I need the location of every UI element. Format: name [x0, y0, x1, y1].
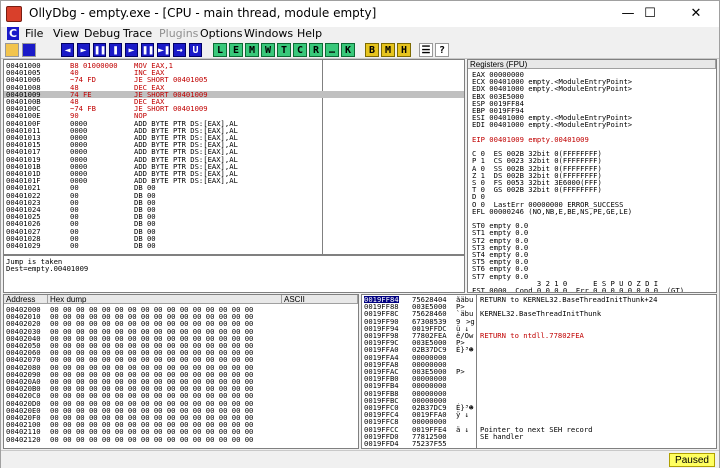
debug-button-6[interactable]: ►❚	[157, 43, 170, 57]
dump-row[interactable]: 00402120 00 00 00 00 00 00 00 00 00 00 00…	[4, 434, 358, 444]
window-button-B[interactable]: B	[365, 43, 379, 57]
title-bar: OllyDbg - empty.exe - [CPU - main thread…	[1, 1, 719, 27]
dump-address: 00402120	[6, 434, 41, 444]
register-line: T 0 GS 002B 32bit 0(FFFFFFFF)	[472, 185, 602, 195]
window-button-M[interactable]: M	[245, 43, 259, 57]
info-line: Dest=empty.00401009	[6, 264, 89, 273]
menu-view[interactable]: View	[53, 27, 79, 40]
stack-comment: SE handler	[480, 431, 524, 441]
window-button-L[interactable]: L	[213, 43, 227, 57]
window-button-C[interactable]: C	[293, 43, 307, 57]
menu-c[interactable]: C	[7, 27, 20, 40]
registers-pane[interactable]: Registers (FPU) EAX 00000000 ECX 00401000 …	[467, 59, 717, 293]
stack-pane[interactable]: 0019FF84 75628404 ãäbu RETURN to KERNEL32.B…	[361, 294, 717, 449]
dump-hex: 00 00 00 00 00 00 00 00 00 00 00 00 00 0…	[50, 434, 254, 444]
close-button[interactable]: ✕	[673, 1, 719, 27]
window-button-W[interactable]: W	[261, 43, 275, 57]
info-pane: Jump is taken Dest=empty.00401009	[3, 255, 465, 293]
toolbar: ◄ ► ❚❚ ❚ ► ❚❚ ►❚ → U L E M W T C R… K B M H ☰?	[1, 41, 719, 59]
ollydbg-app-icon	[6, 6, 22, 22]
debug-button-7[interactable]: →	[173, 43, 186, 57]
register-line: EFL 00000246 (NO,NB,E,BE,NS,PE,GE,LE)	[472, 206, 633, 216]
stack-ascii: P>	[456, 367, 465, 376]
dump-ascii-header[interactable]: ASCII	[282, 295, 358, 304]
disasm-command: DB 00	[134, 241, 156, 250]
status-bar: Paused	[1, 450, 719, 468]
dump-hex-header[interactable]: Hex dump	[48, 295, 282, 304]
stack-comment: KERNEL32.BaseThreadInitThunk	[480, 309, 602, 319]
register-line: EIP 00401009 empty.00401009	[472, 134, 589, 144]
disasm-hex: 00	[70, 241, 79, 250]
stack-row[interactable]: 0019FFD4 75237F55	[362, 440, 716, 447]
folder-open-icon[interactable]	[5, 43, 19, 57]
maximize-button[interactable]: ☐	[627, 1, 673, 27]
debug-button-4[interactable]: ►	[125, 43, 138, 57]
register-line: FST 0000 Cond 0 0 0 0 Err 0 0 0 0 0 0 0 …	[472, 286, 685, 293]
disasm-address: 00401029	[6, 241, 41, 250]
menu-bar: C File View Debug Trace Plugins Options Windows…	[1, 27, 719, 41]
menu-windows[interactable]: Windows	[244, 27, 293, 40]
debug-button-8[interactable]: U	[189, 43, 202, 57]
stack-address: 0019FFD4	[364, 439, 399, 448]
menu-help[interactable]: Help	[297, 27, 322, 40]
stack-ascii: ä ↓	[456, 424, 469, 434]
debug-button-0[interactable]: ◄	[61, 43, 74, 57]
debug-button-2[interactable]: ❚❚	[93, 43, 106, 57]
help-icon[interactable]: ?	[435, 43, 449, 57]
stack-scrollbar[interactable]	[476, 295, 477, 448]
stack-comment: RETURN to ntdll.77802FEA	[480, 331, 584, 340]
menu-plugins[interactable]: Plugins	[159, 27, 198, 40]
window-button-M[interactable]: M	[381, 43, 395, 57]
window-button-R[interactable]: R	[309, 43, 323, 57]
menu-debug[interactable]: Debug	[84, 27, 120, 40]
window-button-K[interactable]: K	[341, 43, 355, 57]
menu-options[interactable]: Options	[200, 27, 242, 40]
rewind-icon[interactable]	[22, 43, 36, 57]
dump-address-header[interactable]: Address	[4, 295, 48, 304]
window-button-E[interactable]: E	[229, 43, 243, 57]
window-button-T[interactable]: T	[277, 43, 291, 57]
paused-status-badge: Paused	[669, 453, 715, 467]
options-icon[interactable]: ☰	[419, 43, 433, 57]
window-button-…[interactable]: …	[325, 43, 339, 57]
disasm-row[interactable]: 00401029 00 DB 00	[4, 242, 464, 249]
menu-trace[interactable]: Trace	[123, 27, 152, 40]
ollydbg-window: OllyDbg - empty.exe - [CPU - main thread…	[0, 0, 720, 468]
hex-dump-pane[interactable]: Address Hex dump ASCII 00402000 00 00 00 00 …	[3, 294, 359, 449]
debug-button-1[interactable]: ►	[77, 43, 90, 57]
stack-comment: RETURN to KERNEL32.BaseThreadInitThunk+2…	[480, 295, 658, 304]
stack-ascii: É}³☻	[456, 345, 474, 355]
window-title: OllyDbg - empty.exe - [CPU - main thread…	[29, 6, 377, 20]
debug-button-5[interactable]: ❚❚	[141, 43, 154, 57]
registers-header: Registers (FPU)	[468, 60, 716, 69]
debug-button-3[interactable]: ❚	[109, 43, 122, 57]
stack-ascii: ÿ ↓	[456, 410, 469, 420]
disassembly-pane[interactable]: 00401000 B8 01000000 MOV EAX,1 00401005 40 IN…	[3, 59, 465, 255]
stack-value: 75237F55	[412, 439, 447, 448]
register-line: EDI 00401000 empty.<ModuleEntryPoint>	[472, 120, 633, 130]
window-button-H[interactable]: H	[397, 43, 411, 57]
menu-file[interactable]: File	[25, 27, 43, 40]
